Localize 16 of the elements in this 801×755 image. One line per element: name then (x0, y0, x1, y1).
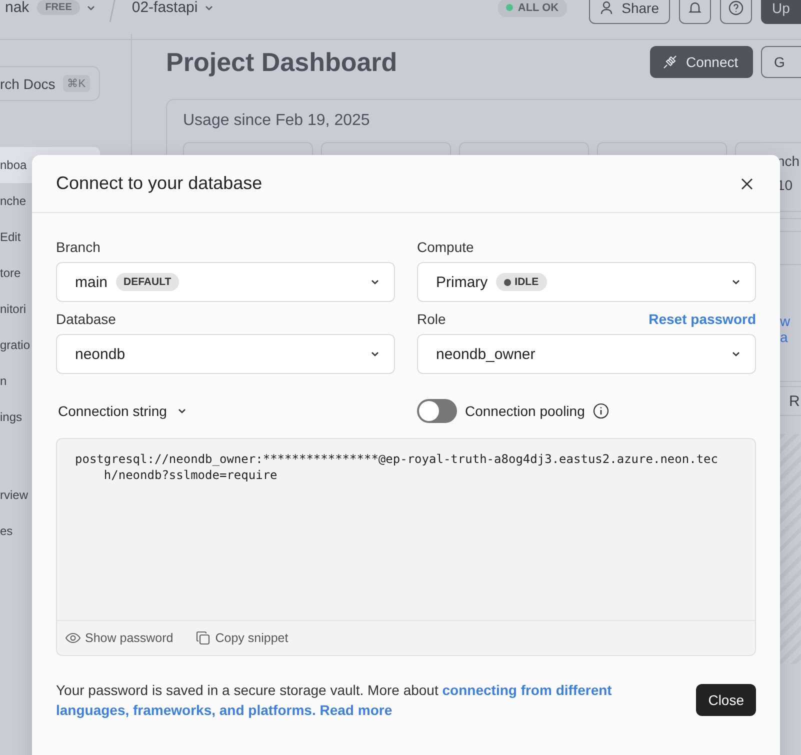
field-label: Role (417, 311, 446, 327)
page-title: Project Dashboard (166, 46, 398, 78)
dialog-title: Connect to your database (56, 173, 262, 194)
pooling-label: Connection pooling (465, 403, 585, 419)
field-label: Database (56, 311, 116, 327)
field-label: Branch (56, 239, 100, 255)
field-label: Compute (417, 239, 474, 255)
connection-string: postgresql://neondb_owner:****************@ep-royal-truth-a8og4dj3.eastus2.azure.neon.tech/neondb?sslmode=require (75, 451, 719, 483)
password-note: Your password is saved in a secure storage vault. More about connecting from different languages, frameworks, and platforms. Read more (56, 681, 613, 720)
status-badge: IDLE (496, 273, 547, 291)
status-label: ALL OK (518, 2, 559, 14)
status-badge: DEFAULT (116, 273, 180, 291)
shortcut-badge: ⌘K (63, 75, 90, 92)
search-docs-label: rch Docs (0, 76, 56, 92)
usage-title: Usage since Feb 19, 2025 (183, 112, 371, 130)
plan-badge: FREE (37, 0, 80, 15)
